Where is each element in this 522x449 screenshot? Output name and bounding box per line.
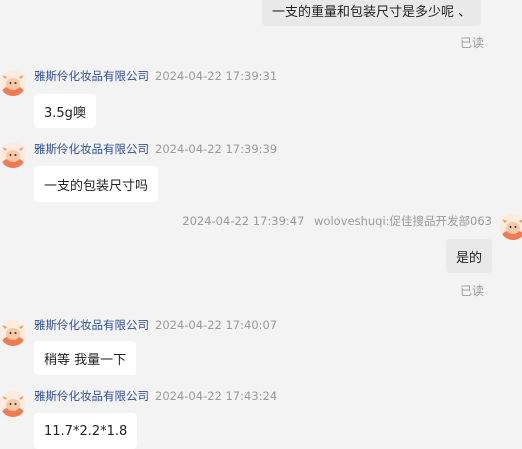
read-receipt: 已读 (460, 284, 485, 298)
cow-cartoon-icon (0, 70, 26, 96)
message-bubble-outgoing[interactable]: 一支的重量和包装尺寸是多少呢 、 (262, 0, 482, 26)
read-receipt: 已读 (460, 36, 485, 50)
avatar[interactable] (500, 214, 522, 240)
avatar[interactable] (0, 70, 26, 96)
message-text: 11.7*2.2*1.8 (44, 423, 128, 439)
sender-name[interactable]: 雅斯伶化妆品有限公司 (34, 69, 149, 83)
message-time: 2024-04-22 17:43:24 (155, 389, 278, 403)
sender-name[interactable]: 雅斯伶化妆品有限公司 (34, 318, 149, 332)
message-header: 雅斯伶化妆品有限公司 2024-04-22 17:39:31 (34, 68, 277, 84)
message-bubble-incoming[interactable]: 一支的包装尺寸吗 (34, 166, 159, 202)
cow-cartoon-icon (0, 320, 26, 346)
message-time: 2024-04-22 17:39:47 (182, 214, 305, 228)
message-header: 雅斯伶化妆品有限公司 2024-04-22 17:43:24 (34, 388, 277, 404)
message-text: 是的 (455, 250, 482, 266)
message-text: 一支的重量和包装尺寸是多少呢 、 (272, 4, 472, 20)
message-bubble-outgoing[interactable]: 是的 (445, 239, 492, 273)
message-header: 雅斯伶化妆品有限公司 2024-04-22 17:40:07 (34, 317, 277, 333)
avatar[interactable] (0, 142, 26, 168)
message-time: 2024-04-22 17:39:39 (155, 142, 278, 156)
message-time: 2024-04-22 17:40:07 (155, 318, 278, 332)
message-bubble-incoming[interactable]: 11.7*2.2*1.8 (34, 413, 138, 449)
cow-cartoon-icon (500, 214, 522, 240)
cow-cartoon-icon (0, 142, 26, 168)
cow-cartoon-icon (0, 391, 26, 417)
message-header: 雅斯伶化妆品有限公司 2024-04-22 17:39:39 (34, 141, 277, 157)
message-time: 2024-04-22 17:39:31 (155, 69, 278, 83)
message-text: 3.5g噢 (44, 105, 86, 121)
sender-name[interactable]: 雅斯伶化妆品有限公司 (34, 142, 149, 156)
message-bubble-incoming[interactable]: 稍等 我量一下 (34, 341, 137, 375)
message-text: 一支的包装尺寸吗 (44, 178, 149, 194)
message-header: 2024-04-22 17:39:47 woloveshuqi:促佳搜品开发部0… (182, 213, 492, 229)
sender-name: woloveshuqi:促佳搜品开发部063 (314, 214, 492, 228)
avatar[interactable] (0, 320, 26, 346)
avatar[interactable] (0, 391, 26, 417)
sender-name[interactable]: 雅斯伶化妆品有限公司 (34, 389, 149, 403)
message-bubble-incoming[interactable]: 3.5g噢 (34, 94, 96, 128)
message-text: 稍等 我量一下 (44, 352, 127, 368)
